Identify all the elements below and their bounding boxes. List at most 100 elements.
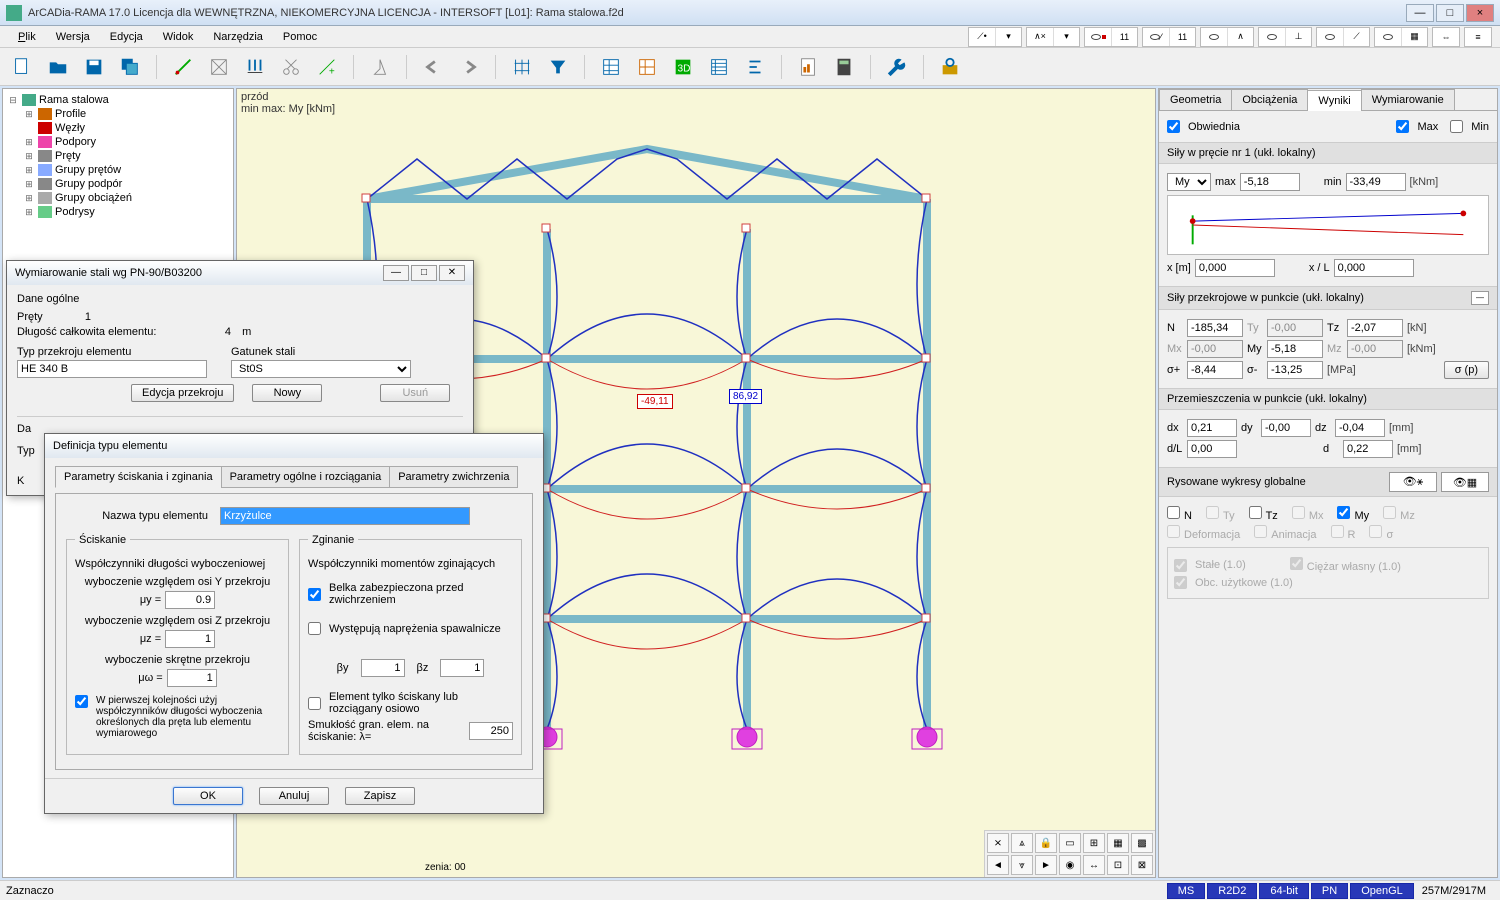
eye-11-icon[interactable]: 11 bbox=[1111, 28, 1137, 46]
eye-b2-icon[interactable]: ⊥ bbox=[1285, 28, 1311, 46]
node-icon[interactable] bbox=[169, 53, 197, 81]
gatunek-select[interactable]: St0S bbox=[231, 360, 411, 378]
collapse-icon[interactable]: — bbox=[1471, 291, 1489, 305]
cv-down-icon[interactable]: ⩔ bbox=[1011, 855, 1033, 875]
open-file-icon[interactable] bbox=[44, 53, 72, 81]
close-button[interactable]: × bbox=[1466, 4, 1494, 22]
tool-angle-icon[interactable]: ∧× bbox=[1027, 28, 1053, 46]
tree-grupy-pretow[interactable]: ⊞Grupy prętów bbox=[23, 163, 229, 177]
nowy-button[interactable]: Nowy bbox=[252, 384, 322, 402]
usun-button[interactable]: Usuń bbox=[380, 384, 450, 402]
subtab-sciskanie[interactable]: Parametry ściskania i zginania bbox=[55, 466, 222, 488]
cv-up-icon[interactable]: ⩓ bbox=[1011, 833, 1033, 853]
eye-b-icon[interactable] bbox=[1259, 28, 1285, 46]
status-ms[interactable]: MS bbox=[1167, 883, 1206, 899]
pierw-check[interactable] bbox=[75, 695, 88, 708]
dlg1-min-icon[interactable]: — bbox=[383, 265, 409, 281]
cv-select-icon[interactable]: ⨯ bbox=[987, 833, 1009, 853]
chk-My[interactable] bbox=[1337, 506, 1350, 519]
wyst-check[interactable] bbox=[308, 622, 321, 635]
min-check[interactable] bbox=[1450, 120, 1463, 133]
dlg1-max-icon[interactable]: □ bbox=[411, 265, 437, 281]
dy-input[interactable] bbox=[1261, 419, 1311, 437]
dz-input[interactable] bbox=[1335, 419, 1385, 437]
cv-c-icon[interactable]: ⊡ bbox=[1107, 855, 1129, 875]
nazwa-input[interactable] bbox=[220, 507, 470, 525]
chk-Tz[interactable] bbox=[1249, 506, 1262, 519]
sp-input[interactable] bbox=[1187, 361, 1243, 379]
tab-obciazenia[interactable]: Obciążenia bbox=[1231, 89, 1308, 110]
cut-icon[interactable] bbox=[277, 53, 305, 81]
tree-profile[interactable]: ⊞Profile bbox=[23, 107, 229, 121]
add-node-icon[interactable]: + bbox=[313, 53, 341, 81]
tab-wyniki[interactable]: Wyniki bbox=[1307, 90, 1361, 111]
menu-plik[interactable]: Plik bbox=[8, 31, 46, 43]
dx-input[interactable] bbox=[1187, 419, 1237, 437]
dlg1-close-icon[interactable]: ✕ bbox=[439, 265, 465, 281]
eye-calc-icon[interactable]: 👁▦ bbox=[1441, 472, 1489, 492]
filter-icon[interactable] bbox=[544, 53, 572, 81]
eye-all-icon[interactable]: 👁⚹ bbox=[1389, 472, 1437, 492]
cv-rect-icon[interactable]: ▭ bbox=[1059, 833, 1081, 853]
undo-icon[interactable] bbox=[419, 53, 447, 81]
tree-root[interactable]: ⊟Rama stalowa bbox=[7, 93, 229, 107]
zapisz-button[interactable]: Zapisz bbox=[345, 787, 415, 805]
config-icon[interactable] bbox=[936, 53, 964, 81]
new-file-icon[interactable] bbox=[8, 53, 36, 81]
cv-lock-icon[interactable]: 🔒 bbox=[1035, 833, 1057, 853]
cv-grid3-icon[interactable]: ▩ bbox=[1131, 833, 1153, 853]
status-r2d2[interactable]: R2D2 bbox=[1207, 883, 1257, 899]
cv-b-icon[interactable]: ↔ bbox=[1083, 855, 1105, 875]
align-icon[interactable] bbox=[741, 53, 769, 81]
tab-geometria[interactable]: Geometria bbox=[1159, 89, 1232, 110]
xL-input[interactable] bbox=[1334, 259, 1414, 277]
tree-podpory[interactable]: ⊞Podpory bbox=[23, 135, 229, 149]
N-input[interactable] bbox=[1187, 319, 1243, 337]
tree-podrysy[interactable]: ⊞Podrysy bbox=[23, 205, 229, 219]
results-table-icon[interactable] bbox=[705, 53, 733, 81]
belka-check[interactable] bbox=[308, 588, 321, 601]
obwiednia-check[interactable] bbox=[1167, 120, 1180, 133]
members-icon[interactable] bbox=[205, 53, 233, 81]
grid-icon[interactable] bbox=[508, 53, 536, 81]
save-copy-icon[interactable] bbox=[116, 53, 144, 81]
eye-c2-icon[interactable]: ⟋ bbox=[1343, 28, 1369, 46]
cv-grid2-icon[interactable]: ▦ bbox=[1107, 833, 1129, 853]
calc-icon[interactable] bbox=[830, 53, 858, 81]
support-icon[interactable] bbox=[366, 53, 394, 81]
tool-dd2-icon[interactable]: ▾ bbox=[1053, 28, 1079, 46]
d-input[interactable] bbox=[1343, 440, 1393, 458]
expand-icon[interactable]: ⇔ bbox=[1433, 28, 1459, 46]
cv-a-icon[interactable]: ◉ bbox=[1059, 855, 1081, 875]
redo-icon[interactable] bbox=[455, 53, 483, 81]
save-icon[interactable] bbox=[80, 53, 108, 81]
subtab-zwichrzenie[interactable]: Parametry zwichrzenia bbox=[389, 466, 518, 488]
eye-d-icon[interactable] bbox=[1375, 28, 1401, 46]
ok-button[interactable]: OK bbox=[173, 787, 243, 805]
edycja-button[interactable]: Edycja przekroju bbox=[131, 384, 234, 402]
eye-a2-icon[interactable]: ∧ bbox=[1227, 28, 1253, 46]
My-input[interactable] bbox=[1267, 340, 1323, 358]
eye-c-icon[interactable] bbox=[1317, 28, 1343, 46]
xm-input[interactable] bbox=[1195, 259, 1275, 277]
table-icon[interactable] bbox=[597, 53, 625, 81]
menu-edycja[interactable]: Edycja bbox=[100, 31, 153, 43]
dialog-definicja[interactable]: Definicja typu elementu Parametry ściska… bbox=[44, 433, 544, 814]
tool-dropdown-icon[interactable]: ▾ bbox=[995, 28, 1021, 46]
bz-input[interactable] bbox=[440, 659, 484, 677]
dL-input[interactable] bbox=[1187, 440, 1237, 458]
eye-slash-icon[interactable]: ⁄ bbox=[1143, 28, 1169, 46]
3d-icon[interactable]: 3D bbox=[669, 53, 697, 81]
chk-N[interactable] bbox=[1167, 506, 1180, 519]
subtab-ogolne[interactable]: Parametry ogólne i rozciągania bbox=[221, 466, 391, 488]
max-check[interactable] bbox=[1396, 120, 1409, 133]
eye-red-icon[interactable] bbox=[1085, 28, 1111, 46]
eye-a-icon[interactable] bbox=[1201, 28, 1227, 46]
typ-przekroju-input[interactable] bbox=[17, 360, 207, 378]
menu-wersja[interactable]: Wersja bbox=[46, 31, 100, 43]
status-opengl[interactable]: OpenGL bbox=[1350, 883, 1414, 899]
muy-input[interactable] bbox=[165, 591, 215, 609]
tree-wezly[interactable]: Węzły bbox=[23, 121, 229, 135]
min-input[interactable] bbox=[1346, 173, 1406, 191]
max-input[interactable] bbox=[1240, 173, 1300, 191]
